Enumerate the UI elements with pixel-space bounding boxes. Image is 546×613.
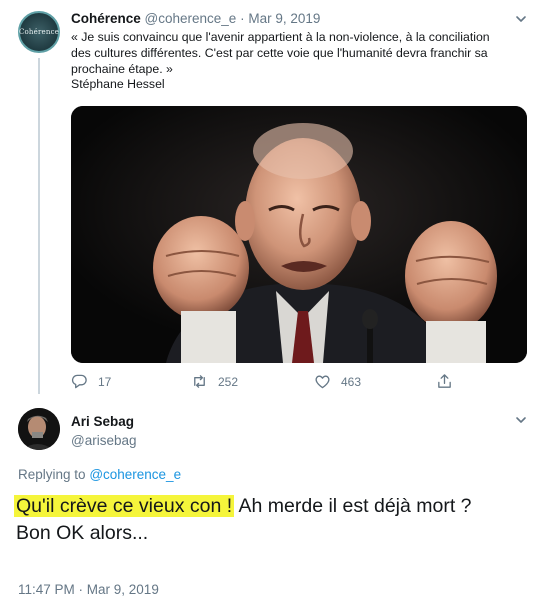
- like-icon: [315, 375, 330, 389]
- tweet-text-line: « Je suis convaincu que l'avenir apparti…: [71, 30, 490, 44]
- photo-illustration: [71, 106, 527, 363]
- tweet-text-line: Bon OK alors...: [16, 522, 149, 544]
- like-button[interactable]: 463: [314, 373, 361, 390]
- replying-label: Replying to: [18, 467, 86, 482]
- tweet-text-line: Qu'il crève ce vieux con ! Ah merde il e…: [14, 493, 536, 520]
- highlighted-text: Qu'il crève ce vieux con !: [14, 495, 235, 517]
- avatar[interactable]: Cohérence: [18, 11, 60, 53]
- tweet-date[interactable]: Mar 9, 2019: [248, 11, 320, 26]
- tweet-actions: 17 252 463: [71, 373, 471, 391]
- tweet-timestamp[interactable]: 11:47 PM · Mar 9, 2019: [18, 582, 159, 597]
- tweet-header: Cohérence @coherence_e · Mar 9, 2019: [71, 11, 320, 26]
- chevron-down-icon[interactable]: [514, 12, 528, 26]
- author-handle[interactable]: @arisebag: [71, 433, 137, 448]
- tweet-text: Qu'il crève ce vieux con ! Ah merde il e…: [14, 493, 536, 547]
- tweet-text-line: Stéphane Hessel: [71, 77, 165, 92]
- separator-dot: ·: [240, 11, 245, 26]
- tweet-text: « Je suis convaincu que l'avenir apparti…: [71, 30, 535, 93]
- replying-to: Replying to @coherence_e: [18, 467, 181, 482]
- reply-icon: [71, 374, 87, 389]
- share-button[interactable]: [436, 373, 463, 390]
- author-handle[interactable]: @coherence_e: [145, 11, 237, 26]
- retweet-count: 252: [218, 374, 239, 389]
- tweet-text-line: prochaine étape. »: [71, 61, 173, 76]
- mention-link[interactable]: @coherence_e: [89, 467, 181, 482]
- thread-connector-line: [38, 58, 40, 394]
- share-icon: [438, 374, 451, 388]
- tweet-photo[interactable]: [71, 106, 527, 363]
- author-name[interactable]: Cohérence: [71, 11, 141, 26]
- reply-count: 17: [98, 374, 112, 389]
- avatar-photo: [18, 408, 60, 450]
- avatar-logo-text: Cohérence: [18, 28, 60, 36]
- retweet-button[interactable]: 252: [191, 373, 238, 390]
- reply-button[interactable]: 17: [71, 373, 111, 390]
- like-count: 463: [341, 374, 362, 389]
- retweet-icon: [194, 375, 205, 388]
- tweet-text-rest: Ah merde il est déjà mort ?: [234, 495, 472, 517]
- author-name[interactable]: Ari Sebag: [71, 414, 134, 429]
- tweet-text-line: des cultures différentes. C'est par cett…: [71, 45, 488, 60]
- avatar[interactable]: [18, 408, 60, 450]
- chevron-down-icon[interactable]: [514, 413, 528, 427]
